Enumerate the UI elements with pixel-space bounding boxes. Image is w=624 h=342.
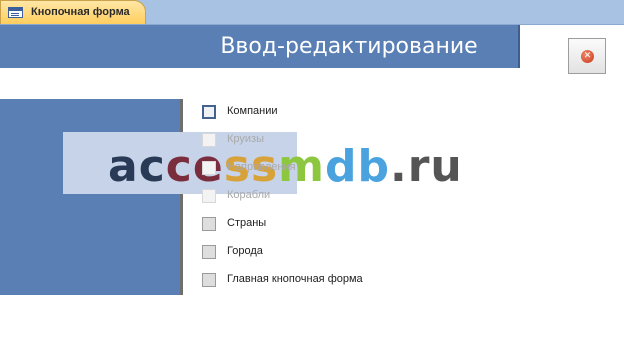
watermark-letter: u bbox=[430, 141, 463, 192]
document-tab-bar: Кнопочная форма bbox=[0, 0, 624, 25]
menu-item-button[interactable] bbox=[202, 245, 216, 259]
menu-item-label: Корабли bbox=[227, 189, 271, 201]
close-icon: ✕ bbox=[581, 50, 594, 63]
watermark-letter: a bbox=[108, 141, 139, 192]
menu-item-label: Круизы bbox=[227, 133, 264, 145]
close-button[interactable]: ✕ bbox=[568, 38, 606, 74]
menu-item-button[interactable] bbox=[202, 105, 216, 119]
menu-item-button[interactable] bbox=[202, 217, 216, 231]
watermark-letter: c bbox=[138, 141, 166, 192]
menu-item-label: Главная кнопочная форма bbox=[227, 273, 363, 285]
page-title: Ввод-редактирование bbox=[220, 34, 478, 59]
menu-item-button bbox=[202, 189, 216, 203]
menu-item-button bbox=[202, 133, 216, 147]
menu-item-button[interactable] bbox=[202, 273, 216, 287]
watermark-letter: c bbox=[165, 141, 193, 192]
watermark-letter: r bbox=[407, 141, 431, 192]
watermark-letter: b bbox=[357, 141, 390, 192]
menu-item-label: Направления bbox=[227, 161, 296, 173]
watermark-letter: d bbox=[325, 141, 358, 192]
watermark-letter: . bbox=[390, 141, 408, 192]
menu-item-button bbox=[202, 161, 216, 175]
menu-item-label: Страны bbox=[227, 217, 267, 229]
menu-item-label: Компании bbox=[227, 105, 278, 117]
form-icon bbox=[8, 7, 23, 18]
tab-label: Кнопочная форма bbox=[31, 6, 130, 18]
menu-item-label: Города bbox=[227, 245, 263, 257]
side-panel bbox=[0, 99, 183, 295]
tab-switchboard-form[interactable]: Кнопочная форма bbox=[0, 0, 146, 24]
